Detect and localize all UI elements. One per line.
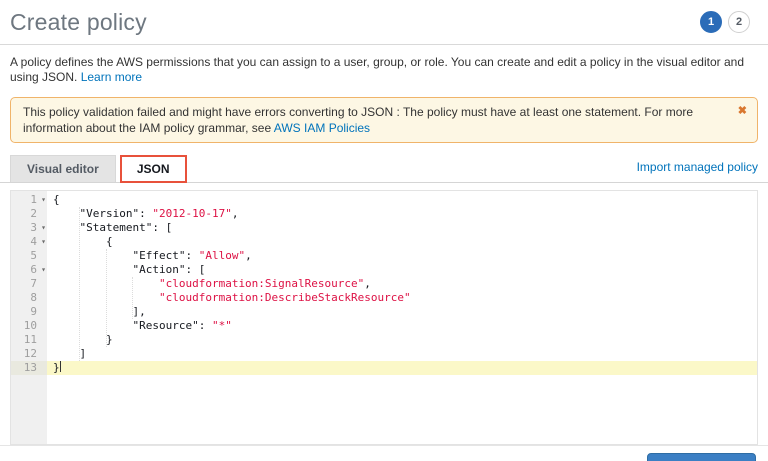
footer: Cancel Review policy [0,445,768,461]
tab-visual-editor[interactable]: Visual editor [10,155,116,182]
code-line-5[interactable]: 5 "Effect": "Allow", [11,249,757,263]
fold-arrow-icon[interactable]: ▾ [41,264,46,276]
code-text: "Resource": "*" [47,319,757,333]
code-line-3[interactable]: 3▾ "Statement": [ [11,221,757,235]
page-title: Create policy [10,9,147,36]
code-line-11[interactable]: 11 } [11,333,757,347]
code-text: "cloudformation:SignalResource", [47,277,757,291]
code-text: "cloudformation:DescribeStackResource" [47,291,757,305]
import-managed-policy-link[interactable]: Import managed policy [637,160,758,177]
line-number: 8 [11,291,47,305]
code-text: ] [47,347,757,361]
text-cursor [60,361,61,372]
line-number: 12 [11,347,47,361]
close-icon[interactable]: ✖ [738,103,747,119]
line-number: 7 [11,277,47,291]
review-policy-button[interactable]: Review policy [647,453,756,461]
code-lines: 1▾{2 "Version": "2012-10-17",3▾ "Stateme… [11,191,757,375]
line-number: 9 [11,305,47,319]
code-text: } [47,333,757,347]
tab-json[interactable]: JSON [120,155,187,183]
code-line-2[interactable]: 2 "Version": "2012-10-17", [11,207,757,221]
code-text: ], [47,305,757,319]
learn-more-link[interactable]: Learn more [81,70,142,84]
editor-tabs: Visual editor JSON Import managed policy [0,155,768,183]
step-indicator: 12 [700,11,750,33]
code-line-4[interactable]: 4▾ { [11,235,757,249]
code-text: { [47,193,757,207]
code-line-1[interactable]: 1▾{ [11,193,757,207]
line-number: 10 [11,319,47,333]
code-text: } [47,361,757,375]
code-text: "Version": "2012-10-17", [47,207,757,221]
aws-iam-policies-link[interactable]: AWS IAM Policies [274,121,370,135]
line-number: 11 [11,333,47,347]
page-header: Create policy 12 [0,0,768,45]
code-text: "Effect": "Allow", [47,249,757,263]
line-number: 1▾ [11,193,47,207]
json-policy-editor[interactable]: 1▾{2 "Version": "2012-10-17",3▾ "Stateme… [10,190,758,445]
code-line-9[interactable]: 9 ], [11,305,757,319]
fold-arrow-icon[interactable]: ▾ [41,222,46,234]
code-text: { [47,235,757,249]
line-number: 5 [11,249,47,263]
code-line-8[interactable]: 8 "cloudformation:DescribeStackResource" [11,291,757,305]
code-line-7[interactable]: 7 "cloudformation:SignalResource", [11,277,757,291]
step-2: 2 [728,11,750,33]
step-1: 1 [700,11,722,33]
line-number: 13 [11,361,47,375]
line-number: 4▾ [11,235,47,249]
code-line-6[interactable]: 6▾ "Action": [ [11,263,757,277]
validation-alert: This policy validation failed and might … [10,97,758,143]
line-number: 6▾ [11,263,47,277]
fold-arrow-icon[interactable]: ▾ [41,194,46,206]
line-number: 3▾ [11,221,47,235]
line-number: 2 [11,207,47,221]
intro-text: A policy defines the AWS permissions tha… [0,45,768,85]
code-text: "Action": [ [47,263,757,277]
create-policy-page: Create policy 12 A policy defines the AW… [0,0,768,461]
code-line-12[interactable]: 12 ] [11,347,757,361]
code-line-13[interactable]: 13} [11,361,757,375]
code-line-10[interactable]: 10 "Resource": "*" [11,319,757,333]
code-text: "Statement": [ [47,221,757,235]
fold-arrow-icon[interactable]: ▾ [41,236,46,248]
